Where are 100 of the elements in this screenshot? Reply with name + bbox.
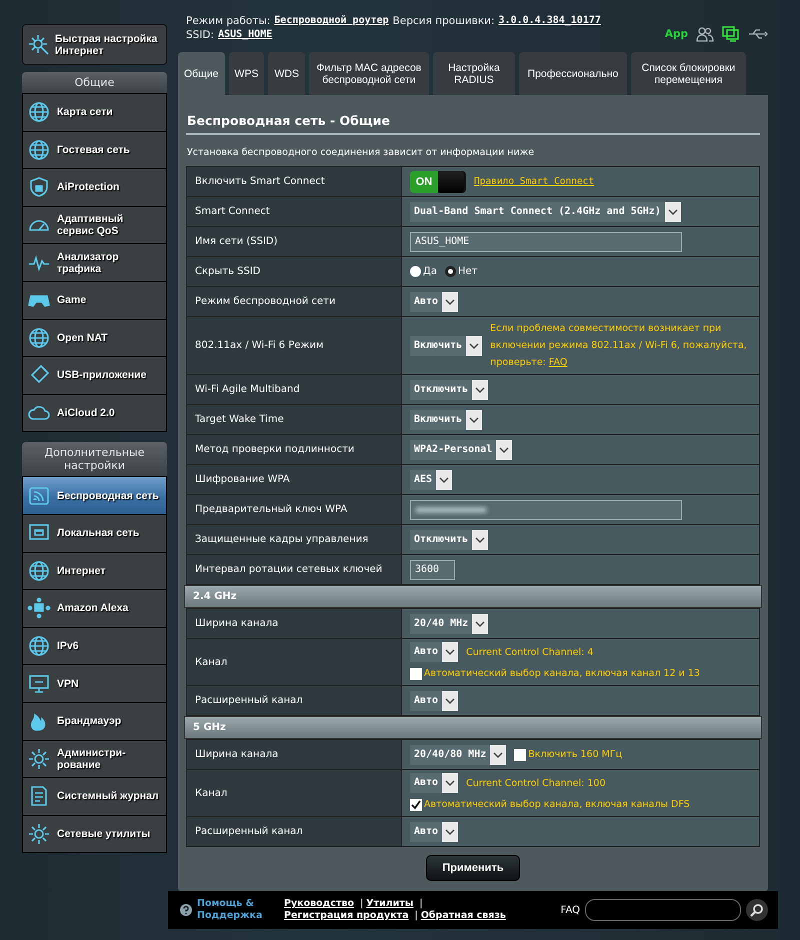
- setting-label: Smart Connect: [187, 197, 401, 226]
- input-field[interactable]: ASUS_HOME: [410, 232, 682, 252]
- apply-button[interactable]: Применить: [426, 855, 520, 881]
- checkbox[interactable]: [410, 668, 422, 680]
- radio-option[interactable]: Нет: [444, 266, 478, 277]
- quick-setup-button[interactable]: Быстрая настройка Интернет: [22, 24, 167, 65]
- sidebar-item[interactable]: Гостевая сеть: [23, 132, 166, 168]
- setting-label: Target Wake Time: [187, 405, 401, 434]
- sidebar-item[interactable]: Администри-рование: [23, 740, 166, 778]
- help-link[interactable]: Помощь & Поддержка: [197, 898, 273, 922]
- dropdown[interactable]: 20/40 MHz: [410, 614, 488, 634]
- footer-link[interactable]: Утилиты: [366, 898, 414, 909]
- separator-text: |: [414, 910, 418, 921]
- dropdown[interactable]: Авто: [410, 773, 458, 793]
- setting-label: Шифрование WPA: [187, 465, 401, 494]
- setting-label: Метод проверки подлинности: [187, 435, 401, 464]
- section-header: Общие: [22, 72, 167, 93]
- section-header: 2.4 GHz: [184, 585, 762, 608]
- setting-label: Расширенный канал: [187, 817, 401, 846]
- sidebar-item[interactable]: AiProtection: [23, 169, 166, 206]
- setting-label: Скрыть SSID: [187, 257, 401, 286]
- radio-option[interactable]: Да: [410, 266, 437, 277]
- globe-icon: [27, 100, 51, 124]
- caret-icon: [475, 536, 486, 542]
- dropdown[interactable]: Авто: [410, 292, 458, 312]
- caret-icon: [668, 208, 678, 214]
- note-text: Если проблема совместимости возникает при включении режима 802.11ax / Wi-Fi 6, пожалуйста, проверьте: FAQ: [490, 322, 748, 370]
- sidebar-item[interactable]: Локальная сеть: [23, 514, 166, 552]
- help-icon: [180, 904, 192, 916]
- sidebar-item[interactable]: USB-приложение: [23, 357, 166, 394]
- users-icon[interactable]: [696, 26, 714, 42]
- setting-label: Ширина канала: [187, 740, 401, 769]
- tab[interactable]: Профессионально: [518, 52, 627, 95]
- sidebar-item[interactable]: Карта сети: [23, 94, 166, 131]
- dropdown[interactable]: Включить: [410, 410, 482, 430]
- description-text: Установка беспроводного соединения зависит от информации ниже: [187, 147, 536, 158]
- dropdown[interactable]: AES: [410, 470, 452, 490]
- search-field[interactable]: [585, 899, 741, 921]
- page-title: Беспроводная сеть - Общие: [186, 112, 391, 130]
- ssid-link[interactable]: ASUS_HOME: [218, 28, 272, 42]
- footer-link[interactable]: Регистрация продукта: [284, 910, 409, 921]
- tab[interactable]: Общие: [178, 52, 225, 95]
- rule-link[interactable]: Правило Smart Connect: [474, 176, 594, 187]
- dropdown[interactable]: Авто: [410, 642, 458, 662]
- caret-icon: [475, 386, 486, 392]
- sidebar-item[interactable]: Адаптивный сервис QoS: [23, 206, 166, 244]
- section-header: Дополнительные настройки: [22, 442, 167, 476]
- tab[interactable]: WDS: [268, 52, 305, 95]
- tab[interactable]: WPS: [228, 52, 264, 95]
- dropdown[interactable]: WPA2-Personal: [410, 440, 512, 460]
- sidebar-item[interactable]: Game: [23, 282, 166, 319]
- dropdown[interactable]: Dual-Band Smart Connect (2.4GHz and 5GHz): [410, 202, 681, 222]
- dropdown[interactable]: Отключить: [410, 530, 488, 550]
- footer-link[interactable]: Обратная связь: [420, 910, 506, 921]
- faq-label: FAQ: [560, 904, 580, 916]
- footer-link[interactable]: Руководство: [284, 898, 354, 909]
- dropdown[interactable]: Отключить: [410, 380, 488, 400]
- separator-text: |: [360, 898, 364, 909]
- caret-icon: [493, 752, 504, 758]
- sidebar-item[interactable]: Беспроводная сеть: [23, 477, 166, 514]
- sidebar-item[interactable]: Интернет: [23, 552, 166, 590]
- mode-link[interactable]: Беспроводной роутер: [274, 14, 389, 28]
- setting-label: 802.11ax / Wi-Fi 6 Режим: [187, 317, 401, 374]
- checkbox[interactable]: [514, 748, 526, 760]
- caret-icon: [475, 620, 486, 626]
- tab[interactable]: Настройка RADIUS: [432, 52, 515, 95]
- monitor-icon[interactable]: [722, 26, 740, 42]
- dropdown[interactable]: Авто: [410, 690, 458, 710]
- caret-icon: [469, 416, 480, 422]
- usb-icon[interactable]: [748, 28, 768, 40]
- sidebar-item[interactable]: Сетевые утилиты: [23, 816, 166, 852]
- setting-label: Включить Smart Connect: [187, 167, 401, 196]
- search-button[interactable]: [746, 899, 768, 921]
- input-field[interactable]: 3600: [410, 560, 455, 580]
- sidebar-item[interactable]: Анализатор трафика: [23, 244, 166, 281]
- dropdown[interactable]: Включить: [410, 336, 482, 356]
- sidebar-item[interactable]: Amazon Alexa: [23, 590, 166, 627]
- sidebar-item[interactable]: Open NAT: [23, 320, 166, 356]
- dropdown[interactable]: 20/40/80 MHz: [410, 744, 506, 764]
- globe-icon: [27, 326, 51, 350]
- sidebar-item[interactable]: Брандмауэр: [23, 702, 166, 740]
- faq-link[interactable]: FAQ: [548, 357, 568, 368]
- checkbox[interactable]: [410, 798, 422, 810]
- caret-icon: [445, 649, 456, 655]
- setting-label: Расширенный канал: [187, 686, 401, 715]
- sidebar-item[interactable]: AiCloud 2.0: [23, 394, 166, 432]
- tab[interactable]: Список блокировки перемещения: [630, 52, 746, 95]
- app-status[interactable]: App: [664, 28, 688, 40]
- section-header: 5 GHz: [184, 716, 762, 739]
- caret-icon: [445, 698, 456, 704]
- dropdown[interactable]: Авто: [410, 822, 458, 842]
- tab[interactable]: Фильтр MAC адресов беспроводной сети: [308, 52, 429, 95]
- firmware-link[interactable]: 3.0.0.4.384_10177: [498, 14, 601, 28]
- setting-label: Защищенные кадры управления: [187, 525, 401, 554]
- setting-label: Интервал ротации сетевых ключей: [187, 555, 401, 584]
- sidebar-item[interactable]: Системный журнал: [23, 778, 166, 815]
- checkbox-label: Автоматический выбор канала, включая канал 12 и 13: [424, 667, 700, 681]
- sidebar-item[interactable]: VPN: [23, 665, 166, 702]
- password-field[interactable]: [410, 500, 682, 520]
- sidebar-item[interactable]: IPv6: [23, 628, 166, 664]
